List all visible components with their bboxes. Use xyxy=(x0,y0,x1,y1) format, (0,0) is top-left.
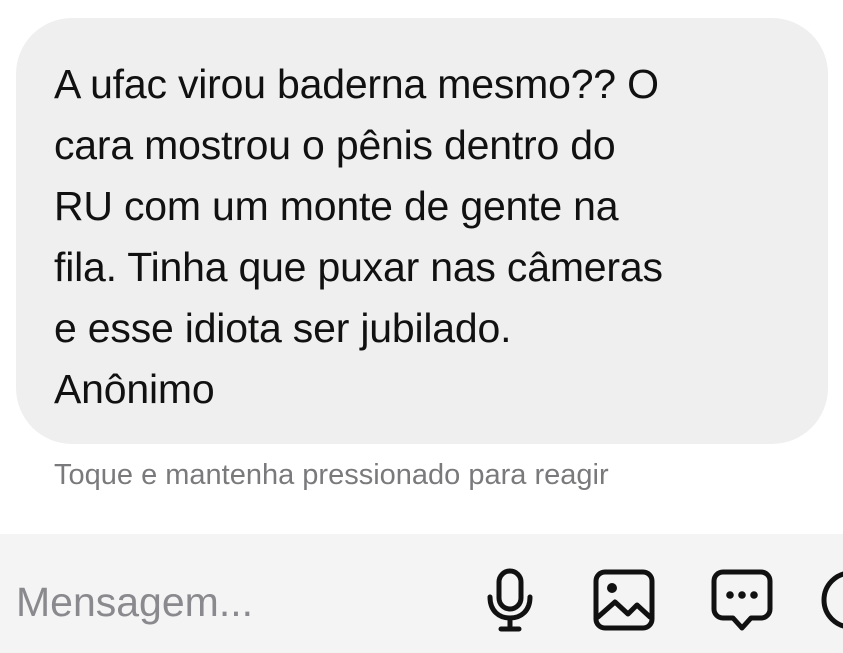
chat-bubble-icon xyxy=(711,569,773,631)
chat-options-button[interactable] xyxy=(706,564,778,636)
more-icon xyxy=(821,571,843,629)
more-button[interactable] xyxy=(818,564,843,636)
message-bubble[interactable]: A ufac virou baderna mesmo?? O cara most… xyxy=(16,18,828,444)
image-button[interactable] xyxy=(588,564,660,636)
microphone-button[interactable] xyxy=(474,564,546,636)
message-signature: Anônimo xyxy=(54,366,215,412)
reaction-hint: Toque e mantenha pressionado para reagir xyxy=(54,459,609,491)
message-input[interactable] xyxy=(16,562,456,642)
chat-screen: A ufac virou baderna mesmo?? O cara most… xyxy=(0,0,843,653)
message-text: A ufac virou baderna mesmo?? O cara most… xyxy=(54,61,663,351)
message-composer xyxy=(0,534,843,653)
microphone-icon xyxy=(487,568,533,632)
image-icon xyxy=(593,569,655,631)
